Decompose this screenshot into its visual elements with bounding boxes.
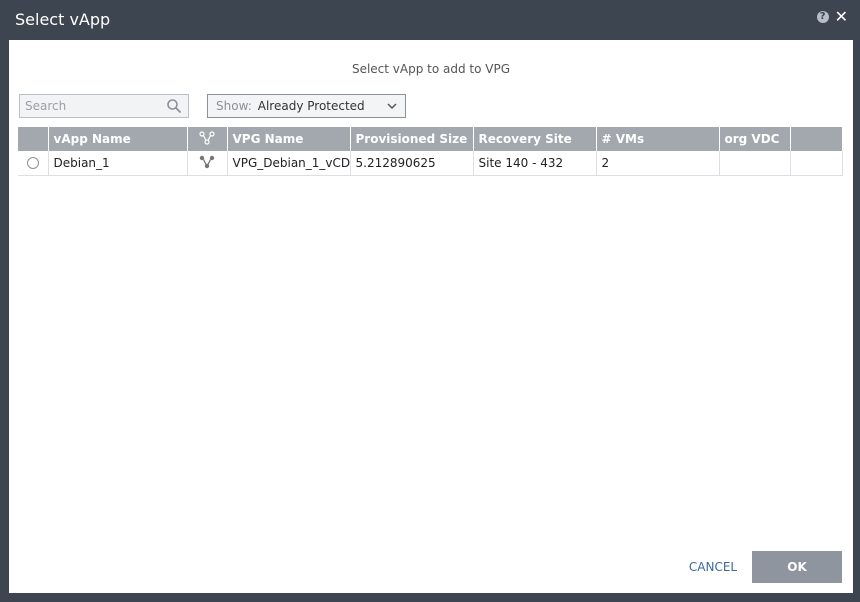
cell-vms: 2 xyxy=(596,151,720,176)
table-row[interactable]: Debian_1 VPG_Debian_1_vCD 5.212890625 Si… xyxy=(18,151,843,176)
help-icon[interactable]: ? xyxy=(816,11,829,23)
cell-empty xyxy=(790,151,843,176)
column-header-org-vdc[interactable]: org VDC xyxy=(719,127,791,151)
show-filter-value: Already Protected xyxy=(257,99,365,113)
vapp-table: vApp Name VPG Name Provisioned Size Reco… xyxy=(18,127,843,176)
column-header-empty xyxy=(790,127,843,151)
cell-vapp-name: Debian_1 xyxy=(48,151,188,176)
select-column-header xyxy=(18,127,49,151)
column-header-recovery-site[interactable]: Recovery Site xyxy=(473,127,597,151)
column-header-vapp-name[interactable]: vApp Name xyxy=(48,127,188,151)
dialog-title: Select vApp xyxy=(15,10,111,29)
cell-provisioned-size: 5.212890625 xyxy=(350,151,474,176)
cell-recovery-site: Site 140 - 432 xyxy=(473,151,597,176)
titlebar-icons: ? ✕ xyxy=(816,9,848,25)
show-filter-label: Show: xyxy=(216,99,252,113)
column-header-provisioned-size[interactable]: Provisioned Size xyxy=(350,127,474,151)
cell-org-vdc xyxy=(719,151,791,176)
cell-vpg-icon xyxy=(187,151,228,176)
select-vapp-dialog: Select vApp ? ✕ Select vApp to add to VP… xyxy=(0,0,860,602)
dialog-subtitle: Select vApp to add to VPG xyxy=(351,62,511,76)
chevron-down-icon[interactable] xyxy=(386,100,398,112)
close-icon[interactable]: ✕ xyxy=(835,9,848,25)
ok-button[interactable]: OK xyxy=(752,551,842,583)
network-share-icon xyxy=(199,155,215,168)
dialog-titlebar: Select vApp ? ✕ xyxy=(0,0,860,40)
column-header-vpg-icon[interactable] xyxy=(187,127,228,151)
row-radio-button[interactable] xyxy=(26,157,39,169)
row-select-cell[interactable] xyxy=(18,151,49,176)
column-header-vpg-name[interactable]: VPG Name xyxy=(227,127,351,151)
table-header-row: vApp Name VPG Name Provisioned Size Reco… xyxy=(18,127,843,151)
dialog-content: Select vApp to add to VPG Show: Already … xyxy=(9,40,853,593)
network-share-icon xyxy=(199,130,215,145)
search-box[interactable] xyxy=(19,94,189,118)
cell-vpg-name: VPG_Debian_1_vCD xyxy=(227,151,351,176)
show-filter-dropdown[interactable]: Show: Already Protected xyxy=(207,94,406,118)
search-icon[interactable] xyxy=(166,98,182,114)
search-input[interactable] xyxy=(20,95,165,117)
cancel-button[interactable]: CANCEL xyxy=(681,551,745,583)
column-header-vms[interactable]: # VMs xyxy=(596,127,720,151)
